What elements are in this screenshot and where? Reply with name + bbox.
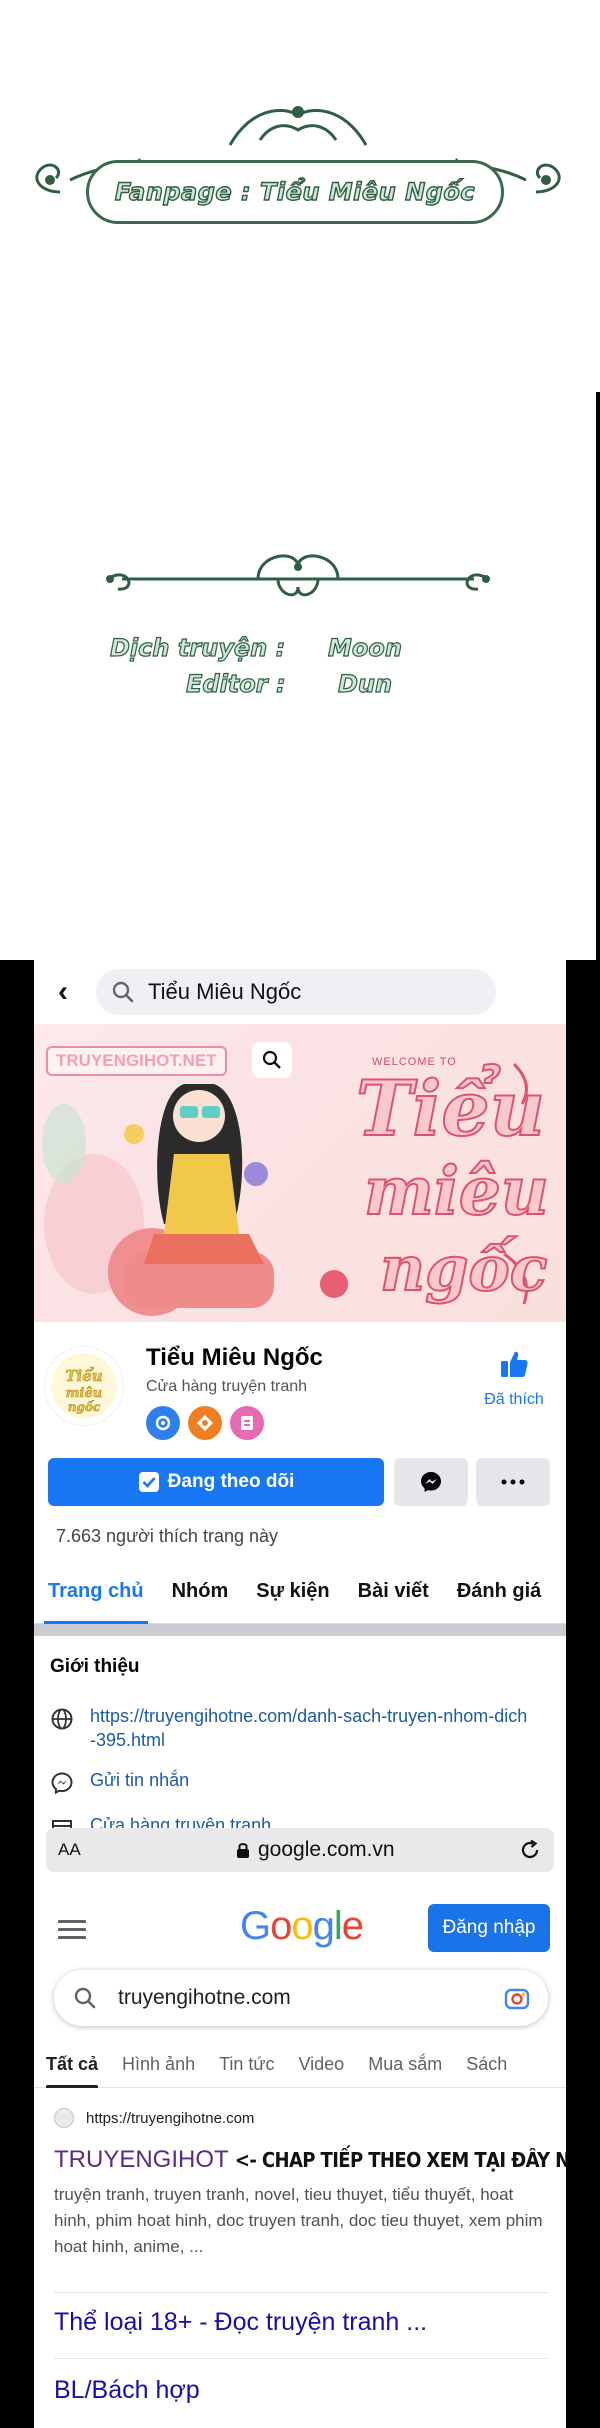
gtab-images[interactable]: Hình ảnh [110, 2040, 207, 2088]
google-logo[interactable]: Google [240, 1904, 364, 1949]
intro-title: Giới thiệu [50, 1656, 140, 1677]
intro-website-link[interactable]: https://truyengihotne.com/danh-sach-truy… [90, 1704, 530, 1752]
google-tabs: Tất cả Hình ảnh Tin tức Video Mua sắm Sá… [34, 2040, 566, 2088]
more-dots-icon [501, 1479, 525, 1485]
gtab-books[interactable]: Sách [454, 2040, 519, 2088]
tab-home[interactable]: Trang chủ [34, 1560, 158, 1624]
facebook-search-field[interactable]: Tiểu Miêu Ngốc [96, 969, 496, 1015]
browser-address-bar[interactable]: AA google.com.vn [46, 1828, 554, 1872]
sitelink-bl[interactable]: BL/Bách hợp [54, 2376, 200, 2405]
sign-in-button[interactable]: Đăng nhập [428, 1904, 550, 1952]
url-field[interactable]: google.com.vn [236, 1838, 395, 1862]
page-category: Cửa hàng truyện tranh [146, 1378, 308, 1395]
tab-posts[interactable]: Bài viết [344, 1560, 443, 1624]
section-divider [34, 1624, 566, 1636]
following-button[interactable]: Đang theo dõi [48, 1458, 384, 1506]
result-source[interactable]: https://truyengihotne.com [54, 2108, 554, 2128]
menu-icon[interactable] [58, 1920, 86, 1944]
checkmark-icon [138, 1472, 159, 1492]
search-result: https://truyengihotne.com TRUYENGIHOT <-… [54, 2108, 566, 2260]
gtab-shopping[interactable]: Mua sắm [356, 2040, 454, 2088]
watermark-search-icon [252, 1042, 292, 1078]
tab-groups[interactable]: Nhóm [158, 1560, 243, 1624]
messenger-outline-icon [51, 1772, 73, 1795]
result-divider [54, 2358, 548, 2359]
search-query: Tiểu Miêu Ngốc [148, 979, 302, 1004]
google-header: Google Đăng nhập [34, 1894, 566, 1964]
facebook-topbar: ‹ Tiểu Miêu Ngốc [34, 960, 566, 1024]
result-title: TRUYENGIHOT [54, 2146, 229, 2173]
page-badges [146, 1406, 264, 1440]
cover-logo-line3: ngốc [379, 1231, 549, 1306]
back-arrow-icon[interactable]: ‹ [48, 975, 78, 1008]
page-name[interactable]: Tiểu Miêu Ngốc [146, 1344, 323, 1372]
edge-bar [596, 392, 600, 960]
google-search-box[interactable]: truyengihotne.com [54, 1970, 548, 2026]
sitelink-18[interactable]: Thể loại 18+ - Đọc truyện tranh ... [54, 2308, 427, 2337]
messenger-icon [421, 1472, 441, 1492]
intro-messenger-link[interactable]: Gửi tin nhắn [90, 1768, 189, 1792]
editor-name: Dun [337, 669, 393, 698]
result-description: truyện tranh, truyen tranh, novel, tieu … [54, 2185, 543, 2256]
gtab-news[interactable]: Tin tức [207, 2040, 286, 2088]
liked-label: Đã thích [484, 1391, 544, 1408]
following-label: Đang theo dõi [167, 1471, 295, 1492]
page-info: Tiểu miêu ngốc Tiểu Miêu Ngốc Cửa hàng t… [34, 1322, 566, 1458]
svg-text:miêu: miêu [66, 1386, 102, 1401]
text-size-button[interactable]: AA [58, 1840, 81, 1860]
phone-screen: ‹ Tiểu Miêu Ngốc TRUYENGIHOT.NET WELCOME… [34, 960, 566, 2428]
result-url: https://truyengihotne.com [86, 2109, 255, 2127]
blue-badge-icon[interactable] [146, 1406, 180, 1440]
credits-panel: Fanpage : Tiểu Miêu Ngốc Dịch truyện : M… [0, 0, 600, 960]
liked-button[interactable]: Đã thích [474, 1348, 554, 1409]
cover-logo-line2: miêu [363, 1151, 550, 1231]
site-favicon-icon [54, 2108, 74, 2128]
likes-count: 7.663 người thích trang này [56, 1526, 278, 1546]
cover-logo-line1: Tiểu [355, 1063, 546, 1154]
search-query-text: truyengihotne.com [118, 1986, 291, 2009]
search-icon [74, 1987, 96, 2009]
pink-badge-icon[interactable] [230, 1406, 264, 1440]
translator-role: Dịch truyện : [109, 633, 286, 662]
translator-name: Moon [327, 633, 402, 662]
editor-role: Editor : [185, 669, 286, 698]
scroll-ornament-icon [106, 554, 490, 597]
fanpage-badge: Fanpage : Tiểu Miêu Ngốc [86, 160, 504, 224]
gtab-video[interactable]: Video [286, 2040, 356, 2088]
page-avatar[interactable]: Tiểu miêu ngốc [44, 1346, 124, 1426]
page-tabs: Trang chủ Nhóm Sự kiện Bài viết Đánh giá [34, 1560, 566, 1624]
cover-photo[interactable]: TRUYENGIHOT.NET WELCOME TO Tiểu miêu ngố… [34, 1024, 566, 1322]
tab-events[interactable]: Sự kiện [242, 1560, 343, 1624]
orange-badge-icon[interactable] [188, 1406, 222, 1440]
more-button[interactable] [476, 1458, 550, 1506]
intro-messenger-row: Gửi tin nhắn [50, 1768, 566, 1795]
svg-text:Tiểu: Tiểu [65, 1367, 102, 1385]
page-logo-icon: Tiểu miêu ngốc [51, 1353, 117, 1419]
svg-text:ngốc: ngốc [68, 1399, 101, 1414]
url-text: google.com.vn [258, 1838, 395, 1861]
messenger-button[interactable] [394, 1458, 468, 1506]
watermark: TRUYENGIHOT.NET [46, 1046, 227, 1076]
page-actions: Đang theo dõi [34, 1458, 566, 1508]
globe-icon [51, 1708, 73, 1730]
reload-icon[interactable] [518, 1838, 542, 1862]
intro-website-row: https://truyengihotne.com/danh-sach-truy… [50, 1704, 566, 1752]
phone-screenshot: ‹ Tiểu Miêu Ngốc TRUYENGIHOT.NET WELCOME… [0, 960, 600, 2428]
search-icon [112, 981, 134, 1003]
gtab-all[interactable]: Tất cả [34, 2040, 110, 2088]
result-title-row[interactable]: TRUYENGIHOT <- CHAP TIẾP THEO XEM TẠI ĐÂ… [54, 2146, 566, 2174]
lock-icon [237, 1843, 249, 1858]
google-lens-icon[interactable] [504, 1986, 530, 2010]
intro-section: Giới thiệu https://truyengihotne.com/dan… [34, 1636, 566, 1840]
fanpage-text: Fanpage : Tiểu Miêu Ngốc [114, 177, 476, 206]
thumbs-up-icon [501, 1351, 528, 1377]
chapter-note: <- CHAP TIẾP THEO XEM TẠI ĐÂY NHA [234, 2148, 566, 2172]
tab-reviews[interactable]: Đánh giá [443, 1560, 555, 1624]
result-divider [54, 2292, 548, 2293]
